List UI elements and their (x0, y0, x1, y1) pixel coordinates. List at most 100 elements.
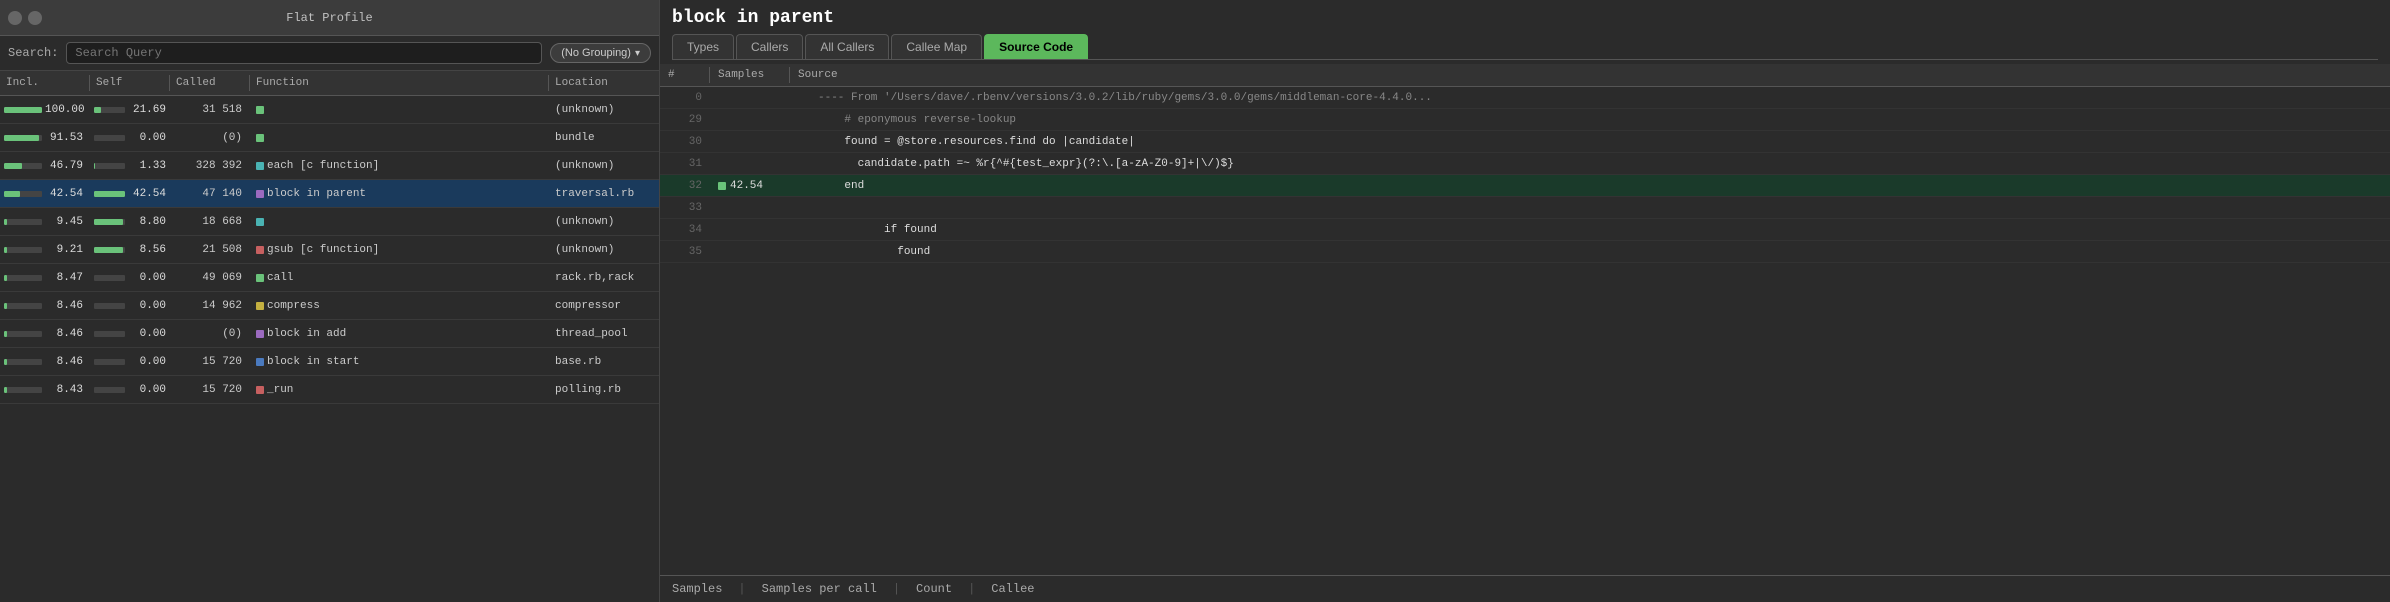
source-row: 33 (660, 197, 2390, 219)
source-code-line: found (810, 244, 2390, 260)
footer-separator: | (738, 582, 745, 596)
self-bar-container (94, 191, 125, 197)
incl-cell: 8.43 (0, 382, 90, 398)
col-called: Called (170, 75, 250, 91)
footer-tab-callee[interactable]: Callee (991, 582, 1034, 596)
self-cell: 1.33 (90, 158, 170, 174)
function-cell[interactable] (250, 132, 549, 144)
source-header-row: # Samples Source (660, 64, 2390, 87)
minimize-button[interactable] (28, 11, 42, 25)
footer-tab-samples-per-call[interactable]: Samples per call (762, 582, 877, 596)
function-name: _run (267, 384, 293, 396)
close-button[interactable] (8, 11, 22, 25)
search-bar: Search: (No Grouping) ▾ (0, 36, 659, 71)
table-body: 100.00 21.69 31 518 (unknown) 91.53 (0, 96, 659, 602)
search-input[interactable] (66, 42, 542, 64)
table-row[interactable]: 8.43 0.00 15 720 _run polling.rb (0, 376, 659, 404)
sample-dot-icon (718, 182, 726, 190)
table-row[interactable]: 46.79 1.33 328 392 each [c function] (un… (0, 152, 659, 180)
incl-cell: 8.46 (0, 326, 90, 342)
self-bar-container (94, 219, 125, 225)
footer-separator: | (968, 582, 975, 596)
self-cell: 0.00 (90, 326, 170, 342)
function-name: gsub [c function] (267, 244, 379, 256)
self-bar-container (94, 303, 125, 309)
incl-bar-fill (4, 219, 7, 225)
function-cell[interactable]: each [c function] (250, 158, 549, 174)
self-value: 0.00 (128, 384, 166, 396)
footer-tab-samples[interactable]: Samples (672, 582, 722, 596)
table-row[interactable]: 91.53 0.00 (0) bundle (0, 124, 659, 152)
self-value: 21.69 (128, 104, 166, 116)
fn-dot-icon (256, 162, 264, 170)
table-row[interactable]: 9.21 8.56 21 508 gsub [c function] (unkn… (0, 236, 659, 264)
col-self: Self (90, 75, 170, 91)
function-cell[interactable]: _run (250, 382, 549, 398)
self-bar-fill (94, 247, 123, 253)
called-cell: (0) (170, 130, 250, 146)
tab-callee-map[interactable]: Callee Map (891, 34, 982, 59)
footer-tab-count[interactable]: Count (916, 582, 952, 596)
self-cell: 0.00 (90, 270, 170, 286)
source-line-number: 34 (660, 222, 710, 238)
source-line-number: 0 (660, 90, 710, 106)
called-cell: 47 140 (170, 186, 250, 202)
incl-value: 8.43 (45, 384, 83, 396)
table-row[interactable]: 8.46 0.00 15 720 block in start base.rb (0, 348, 659, 376)
function-cell[interactable] (250, 216, 549, 228)
self-cell: 0.00 (90, 130, 170, 146)
function-cell[interactable] (250, 104, 549, 116)
table-header: Incl. Self Called Function Location (0, 71, 659, 96)
table-row[interactable]: 8.46 0.00 (0) block in add thread_pool (0, 320, 659, 348)
function-cell[interactable]: call (250, 270, 549, 286)
self-bar-container (94, 247, 125, 253)
col-function: Function (250, 75, 549, 91)
incl-cell: 42.54 (0, 186, 90, 202)
function-cell[interactable]: compress (250, 298, 549, 314)
location-cell: (unknown) (549, 102, 659, 118)
incl-bar-container (4, 303, 42, 309)
function-cell[interactable]: block in start (250, 354, 549, 370)
function-cell[interactable]: block in parent (250, 186, 549, 202)
fn-dot-icon (256, 190, 264, 198)
self-bar-container (94, 135, 125, 141)
source-row: 29 # eponymous reverse-lookup (660, 109, 2390, 131)
table-row[interactable]: 8.47 0.00 49 069 call rack.rb,rack (0, 264, 659, 292)
fn-dot-icon (256, 302, 264, 310)
table-row[interactable]: 9.45 8.80 18 668 (unknown) (0, 208, 659, 236)
function-cell[interactable]: block in add (250, 326, 549, 342)
tab-types[interactable]: Types (672, 34, 734, 59)
fn-dot-icon (256, 386, 264, 394)
incl-bar-container (4, 387, 42, 393)
table-row[interactable]: 8.46 0.00 14 962 compress compressor (0, 292, 659, 320)
tab-callers[interactable]: Callers (736, 34, 803, 59)
incl-cell: 8.46 (0, 354, 90, 370)
function-name: compress (267, 300, 320, 312)
source-samples-cell (710, 96, 810, 100)
location-cell: bundle (549, 130, 659, 146)
self-bar-fill (94, 107, 101, 113)
incl-bar-container (4, 275, 42, 281)
table-row[interactable]: 42.54 42.54 47 140 block in parent trave… (0, 180, 659, 208)
grouping-button[interactable]: (No Grouping) ▾ (550, 43, 651, 63)
self-value: 42.54 (128, 188, 166, 200)
function-cell[interactable]: gsub [c function] (250, 242, 549, 258)
self-value: 8.80 (128, 216, 166, 228)
source-samples-cell (710, 118, 810, 122)
source-row: 31 candidate.path =~ %r{^#{test_expr}(?:… (660, 153, 2390, 175)
fn-dot-icon (256, 134, 264, 142)
rp-footer: Samples|Samples per call|Count|Callee (660, 575, 2390, 602)
tab-source-code[interactable]: Source Code (984, 34, 1088, 59)
incl-bar-fill (4, 247, 7, 253)
incl-bar-fill (4, 331, 7, 337)
source-code-line: # eponymous reverse-lookup (810, 112, 2390, 128)
source-samples-cell: 42.54 (710, 178, 810, 194)
incl-bar-container (4, 163, 42, 169)
self-cell: 8.56 (90, 242, 170, 258)
source-code-line: found = @store.resources.find do |candid… (810, 134, 2390, 150)
source-code-line: if found (810, 222, 2390, 238)
tab-all-callers[interactable]: All Callers (805, 34, 889, 59)
source-row: 32 42.54 end (660, 175, 2390, 197)
called-cell: 328 392 (170, 158, 250, 174)
table-row[interactable]: 100.00 21.69 31 518 (unknown) (0, 96, 659, 124)
